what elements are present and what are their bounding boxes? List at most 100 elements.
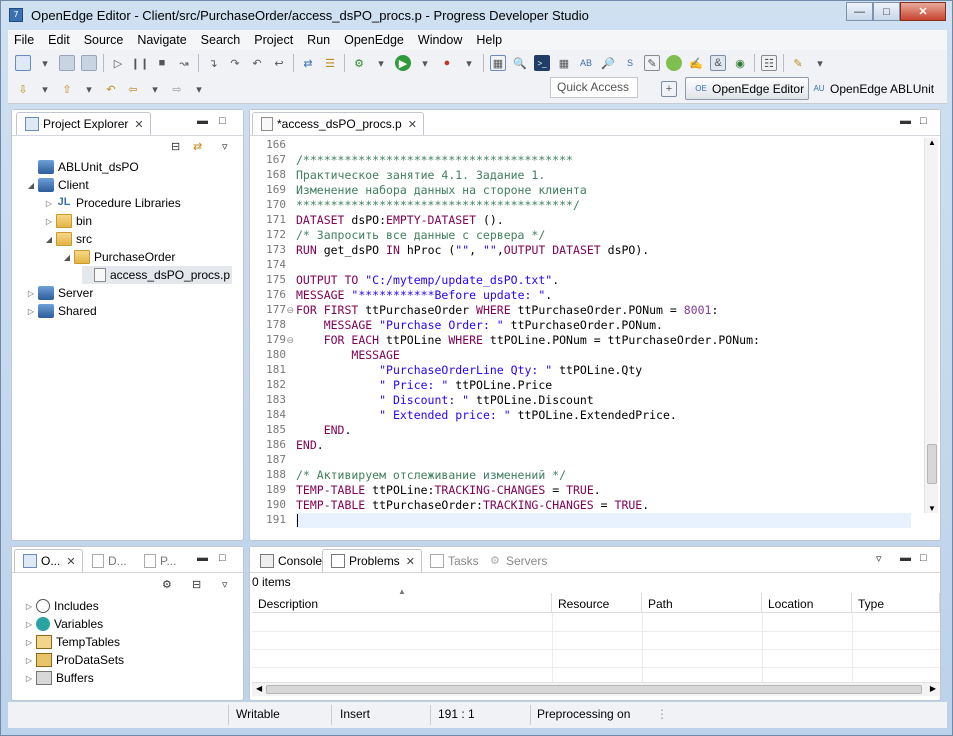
drop-frame-icon[interactable]: ↩ xyxy=(271,55,287,71)
tab-outline[interactable]: O... ✕ xyxy=(14,549,83,572)
tree-node[interactable]: ▷ Server xyxy=(26,284,93,302)
title-bar[interactable]: 7 OpenEdge Editor - Client/src/PurchaseO… xyxy=(1,1,952,29)
debug-dropdown-icon[interactable]: ▾ xyxy=(373,55,389,71)
column-resource[interactable]: Resource xyxy=(552,593,642,613)
expanded-arrow-icon[interactable]: ◢ xyxy=(44,235,54,244)
pen-icon[interactable]: ✍ xyxy=(688,55,704,71)
next-annotation-icon[interactable]: ⇩ xyxy=(15,81,31,97)
close-button[interactable]: ✕ xyxy=(900,2,946,21)
perspective-openedge-editor[interactable]: OE OpenEdge Editor xyxy=(685,77,810,100)
collapse-all-icon[interactable]: ⊟ xyxy=(171,140,180,153)
tab-project-explorer[interactable]: Project Explorer ✕ xyxy=(16,112,151,135)
dropdown-arrow-icon[interactable]: ▾ xyxy=(37,55,53,71)
outline-item[interactable]: ▷ TempTables xyxy=(24,633,120,651)
appbuilder-icon[interactable]: AB xyxy=(578,55,594,71)
sql-icon[interactable]: S xyxy=(622,55,638,71)
maximize-view-icon[interactable]: □ xyxy=(219,552,226,564)
outline-item[interactable]: ▷ Variables xyxy=(24,615,103,633)
new-icon[interactable] xyxy=(15,55,31,71)
proenv-icon[interactable]: >_ xyxy=(534,55,550,71)
save-icon[interactable] xyxy=(59,55,75,71)
code-text-area[interactable]: /***************************************… xyxy=(296,138,911,528)
outline-item[interactable]: ▷ Includes xyxy=(24,597,99,615)
scroll-right-icon[interactable]: ▶ xyxy=(930,684,936,693)
menu-window[interactable]: Window xyxy=(418,33,462,47)
tab-tasks[interactable]: Tasks xyxy=(422,549,485,572)
menu-project[interactable]: Project xyxy=(254,33,293,47)
step-return-icon[interactable]: ↶ xyxy=(249,55,265,71)
collapsed-arrow-icon[interactable]: ▷ xyxy=(26,307,36,316)
tree-node-selected[interactable]: access_dsPO_procs.p xyxy=(82,266,233,284)
external-tools-dropdown-icon[interactable]: ▾ xyxy=(461,55,477,71)
minimize-editor-icon[interactable]: ▬ xyxy=(900,115,911,127)
minimize-view-icon[interactable]: ▬ xyxy=(197,552,208,564)
ampersand-icon[interactable]: & xyxy=(710,55,726,71)
resume-icon[interactable]: ▷ xyxy=(110,55,126,71)
grid-icon[interactable]: ▦ xyxy=(556,55,572,71)
menu-edit[interactable]: Edit xyxy=(48,33,70,47)
maximize-editor-icon[interactable]: □ xyxy=(920,115,927,127)
server-icon[interactable]: ◉ xyxy=(732,55,748,71)
collapse-all-icon[interactable]: ⊟ xyxy=(192,578,201,591)
menu-source[interactable]: Source xyxy=(84,33,124,47)
tab-problems[interactable]: Problems ✕ xyxy=(322,549,422,572)
column-type[interactable]: Type xyxy=(852,593,940,613)
perspective-openedge-ablunit[interactable]: AU OpenEdge ABLUnit xyxy=(808,77,934,100)
inspect-icon[interactable]: 🔍 xyxy=(512,55,528,71)
run-dropdown-icon[interactable]: ▾ xyxy=(417,55,433,71)
database-icon[interactable] xyxy=(666,55,682,71)
terminate-icon[interactable]: ■ xyxy=(154,55,170,71)
menu-openedge[interactable]: OpenEdge xyxy=(344,33,404,47)
open-perspective-button[interactable]: + xyxy=(658,77,680,100)
collapsed-arrow-icon[interactable]: ▷ xyxy=(24,656,34,665)
view-menu-icon[interactable]: ▿ xyxy=(876,552,882,565)
wand-dropdown-icon[interactable]: ▾ xyxy=(812,55,828,71)
collapsed-arrow-icon[interactable]: ▷ xyxy=(24,602,34,611)
scroll-left-icon[interactable]: ◀ xyxy=(256,684,262,693)
tab-access-dspo-procs[interactable]: *access_dsPO_procs.p ✕ xyxy=(252,112,424,135)
collapsed-arrow-icon[interactable]: ▷ xyxy=(44,199,54,208)
procedure-editor-icon[interactable]: ✎ xyxy=(644,55,660,71)
quick-access-input[interactable]: Quick Access xyxy=(550,77,638,98)
disconnect-icon[interactable]: ↝ xyxy=(176,55,192,71)
minimize-button[interactable]: — xyxy=(846,2,873,21)
outline-item[interactable]: ▷ Buffers xyxy=(24,669,94,687)
tree-node[interactable]: ◢ Client xyxy=(26,176,89,194)
tree-node[interactable]: ABLUnit_dsPO xyxy=(26,158,139,176)
scroll-up-icon[interactable]: ▲ xyxy=(928,138,936,147)
view-menu-icon[interactable]: ▿ xyxy=(222,140,228,153)
minimize-view-icon[interactable]: ▬ xyxy=(900,552,911,564)
close-tab-icon[interactable]: ✕ xyxy=(408,118,417,131)
tree-node[interactable]: ▷ JL Procedure Libraries xyxy=(44,194,181,212)
compile-icon[interactable]: ⇄ xyxy=(300,55,316,71)
outline-item[interactable]: ▷ ProDataSets xyxy=(24,651,124,669)
maximize-view-icon[interactable]: □ xyxy=(219,115,226,127)
report-icon[interactable]: ☷ xyxy=(761,55,777,71)
problems-horizontal-scrollbar[interactable]: ◀ ▶ xyxy=(252,682,940,696)
tree-node[interactable]: ◢ src xyxy=(44,230,92,248)
menu-file[interactable]: File xyxy=(14,33,34,47)
close-tab-icon[interactable]: ✕ xyxy=(66,555,75,568)
run-icon[interactable]: ▶ xyxy=(395,55,411,71)
tree-node[interactable]: ◢ PurchaseOrder xyxy=(62,248,175,266)
next-annotation-dropdown-icon[interactable]: ▾ xyxy=(37,81,53,97)
link-with-editor-icon[interactable]: ⇄ xyxy=(193,140,202,153)
collapsed-arrow-icon[interactable]: ▷ xyxy=(24,620,34,629)
scroll-down-icon[interactable]: ▼ xyxy=(928,504,936,513)
minimize-view-icon[interactable]: ▬ xyxy=(197,115,208,127)
view-menu-icon[interactable]: ▿ xyxy=(222,578,228,591)
column-description[interactable]: Description xyxy=(252,593,552,613)
menu-search[interactable]: Search xyxy=(201,33,241,47)
back-icon[interactable]: ⇦ xyxy=(125,81,141,97)
last-edit-icon[interactable]: ↶ xyxy=(103,81,119,97)
collapsed-arrow-icon[interactable]: ▷ xyxy=(24,638,34,647)
debug-icon[interactable]: ⚙ xyxy=(351,55,367,71)
expanded-arrow-icon[interactable]: ◢ xyxy=(26,181,36,190)
search-tool-icon[interactable]: 🔎 xyxy=(600,55,616,71)
tab-p[interactable]: P... xyxy=(136,549,182,572)
step-over-icon[interactable]: ↷ xyxy=(227,55,243,71)
previous-annotation-dropdown-icon[interactable]: ▾ xyxy=(81,81,97,97)
tab-console[interactable]: Console xyxy=(252,549,328,572)
expanded-arrow-icon[interactable]: ◢ xyxy=(62,253,72,262)
back-dropdown-icon[interactable]: ▾ xyxy=(147,81,163,97)
